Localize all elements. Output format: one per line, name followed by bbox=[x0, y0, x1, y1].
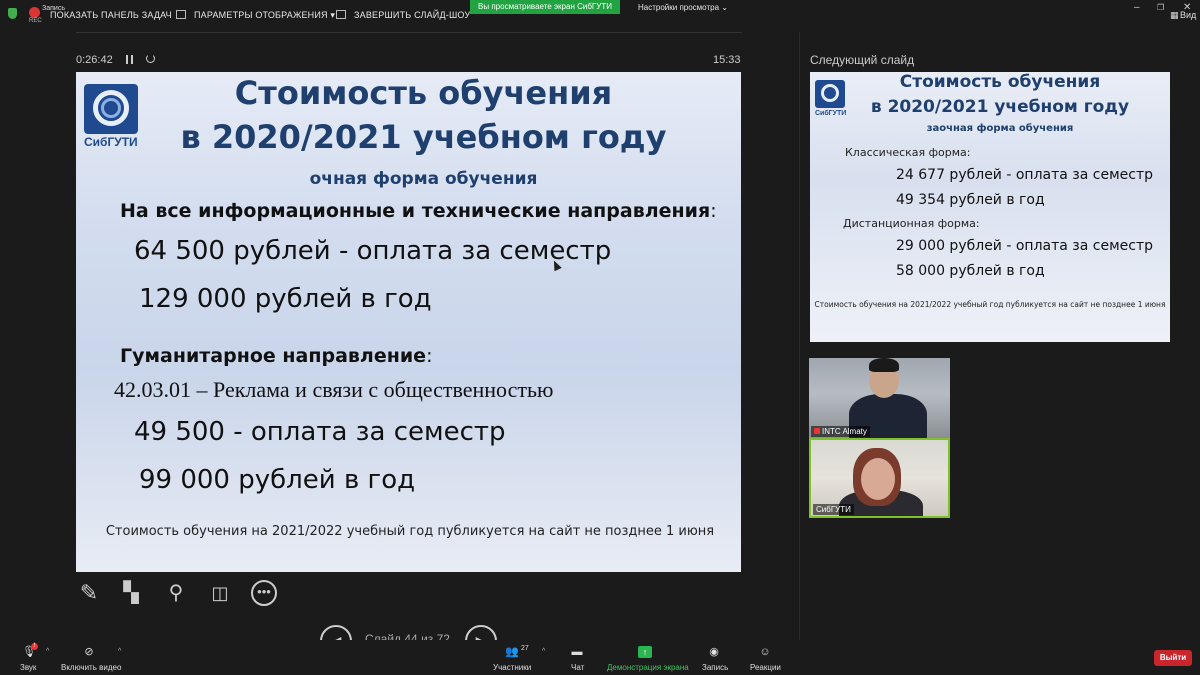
clock: 15:33 bbox=[713, 54, 741, 66]
next-slide-preview[interactable]: СибГУТИ Стоимость обучения в 2020/2021 у… bbox=[810, 72, 1170, 342]
price-year-hum: 99 000 рублей в год bbox=[139, 465, 416, 495]
elapsed-timer: 0:26:42 bbox=[76, 54, 113, 66]
view-label[interactable]: Вид bbox=[1180, 10, 1196, 20]
end-show-icon bbox=[336, 10, 346, 19]
restore-icon[interactable]: ❐ bbox=[1157, 3, 1164, 12]
next-subtitle: заочная форма обучения bbox=[926, 123, 1074, 134]
participant-name: INTC Almaty bbox=[822, 427, 867, 436]
heading-technical-text: На все информационные и технические напр… bbox=[120, 200, 711, 222]
divider bbox=[76, 32, 742, 33]
slide-title-line2: в 2020/2021 учебном году bbox=[180, 118, 667, 156]
next-distance-label: Дистанционная форма: bbox=[843, 217, 980, 230]
price-year-tech: 129 000 рублей в год bbox=[139, 284, 432, 314]
next-classic-price2: 49 354 рублей в год bbox=[896, 192, 1045, 208]
slide-title-line1: Стоимость обучения bbox=[234, 74, 613, 112]
participants-button-label[interactable]: Участники bbox=[493, 663, 531, 672]
zoom-icon[interactable]: ⚲ bbox=[163, 580, 189, 606]
grid-view-icon[interactable]: ▦ bbox=[1170, 10, 1179, 21]
top-toolbar: Запись REC ПОКАЗАТЬ ПАНЕЛЬ ЗАДАЧ ПАРАМЕТ… bbox=[0, 0, 1200, 32]
slide-note: Стоимость обучения на 2021/2022 учебный … bbox=[105, 524, 715, 539]
recording-icon bbox=[29, 7, 40, 18]
participant-hair bbox=[869, 358, 899, 372]
reactions-icon[interactable]: ☺ bbox=[758, 646, 772, 658]
leave-meeting-button[interactable]: Выйти bbox=[1154, 650, 1192, 666]
heading-technical: На все информационные и технические напр… bbox=[120, 200, 717, 222]
record-button-label[interactable]: Запись bbox=[702, 663, 728, 672]
reactions-button-label[interactable]: Реакции bbox=[750, 663, 781, 672]
speaker-head bbox=[861, 458, 895, 500]
current-slide: СибГУТИ Стоимость обучения в 2020/2021 у… bbox=[76, 72, 741, 572]
end-slideshow-label: ЗАВЕРШИТЬ СЛАЙД-ШОУ bbox=[354, 10, 471, 20]
heading-humanities-text: Гуманитарное направление bbox=[120, 345, 427, 367]
display-settings-button[interactable]: ПАРАМЕТРЫ ОТОБРАЖЕНИЯ ▾ bbox=[176, 10, 335, 21]
chat-button-label[interactable]: Чат bbox=[571, 663, 584, 672]
next-classic-label: Классическая форма: bbox=[845, 146, 971, 159]
minimize-icon[interactable]: – bbox=[1134, 2, 1140, 13]
pen-icon[interactable]: ✎ bbox=[76, 580, 102, 606]
record-icon[interactable]: ◉ bbox=[707, 646, 721, 658]
participants-options-caret[interactable]: ^ bbox=[542, 648, 545, 655]
next-title-line2: в 2020/2021 учебном году bbox=[870, 97, 1130, 117]
next-slide-label: Следующий слайд bbox=[810, 53, 915, 67]
speaker-name-tag: СибГУТИ bbox=[813, 504, 854, 515]
chat-icon[interactable]: ▬ bbox=[570, 646, 584, 658]
slide-sorter-icon[interactable]: ▚ bbox=[118, 580, 144, 606]
security-shield-icon[interactable] bbox=[8, 8, 17, 19]
panel-divider bbox=[799, 32, 800, 642]
audio-button-label[interactable]: Звук bbox=[20, 663, 36, 672]
show-taskbar-label: ПОКАЗАТЬ ПАНЕЛЬ ЗАДАЧ bbox=[50, 10, 172, 20]
muted-mic-icon bbox=[814, 428, 820, 434]
display-settings-label: ПАРАМЕТРЫ ОТОБРАЖЕНИЯ ▾ bbox=[194, 10, 336, 20]
next-note: Стоимость обучения на 2021/2022 учебный … bbox=[814, 300, 1166, 309]
share-screen-button-label[interactable]: Демонстрация экрана bbox=[607, 663, 689, 672]
zoom-window: Запись REC ПОКАЗАТЬ ПАНЕЛЬ ЗАДАЧ ПАРАМЕТ… bbox=[0, 0, 1200, 675]
bottom-toolbar bbox=[0, 640, 1200, 675]
video-off-icon[interactable]: ⊘ bbox=[82, 646, 96, 658]
end-slideshow-button[interactable]: ЗАВЕРШИТЬ СЛАЙД-ШОУ bbox=[336, 10, 470, 20]
viewing-screen-banner: Вы просматриваете экран СибГУТИ bbox=[470, 0, 620, 14]
view-settings-dropdown[interactable]: Настройки просмотра ⌄ bbox=[638, 3, 728, 12]
price-semester-tech: 64 500 рублей - оплата за семестр bbox=[134, 236, 612, 266]
slide-subtitle: очная форма обучения bbox=[309, 169, 538, 189]
heading-humanities-colon: : bbox=[426, 345, 433, 367]
heading-technical-colon: : bbox=[710, 200, 717, 222]
video-tile-speaker[interactable]: СибГУТИ bbox=[809, 438, 950, 518]
share-screen-icon[interactable]: ↑ bbox=[638, 646, 652, 658]
price-semester-hum: 49 500 - оплата за семестр bbox=[134, 417, 506, 447]
next-title-line1: Стоимость обучения bbox=[899, 72, 1101, 92]
speaker-name: СибГУТИ bbox=[816, 505, 851, 514]
mic-alert-badge: ! bbox=[31, 643, 38, 650]
reset-timer-icon[interactable] bbox=[146, 54, 155, 63]
next-distance-price1: 29 000 рублей - оплата за семестр bbox=[896, 238, 1153, 254]
participants-icon[interactable]: 👥 bbox=[505, 646, 519, 658]
video-button-label[interactable]: Включить видео bbox=[61, 663, 121, 672]
audio-options-caret[interactable]: ^ bbox=[46, 648, 49, 655]
more-options-icon[interactable]: ••• bbox=[251, 580, 277, 606]
pause-icon[interactable] bbox=[126, 55, 133, 64]
screen-icon[interactable]: ◫ bbox=[207, 580, 233, 606]
program-code: 42.03.01 – Реклама и связи с общественно… bbox=[114, 377, 554, 402]
participant-name-tag: INTC Almaty bbox=[811, 426, 870, 437]
next-classic-price1: 24 677 рублей - оплата за семестр bbox=[896, 167, 1153, 183]
monitor-icon bbox=[176, 10, 186, 19]
show-taskbar-button[interactable]: ПОКАЗАТЬ ПАНЕЛЬ ЗАДАЧ bbox=[50, 10, 172, 20]
video-tile-participant[interactable]: INTC Almaty bbox=[809, 358, 950, 438]
participants-count: 27 bbox=[521, 645, 529, 652]
recording-sub-label: REC bbox=[29, 18, 42, 24]
video-options-caret[interactable]: ^ bbox=[118, 648, 121, 655]
next-distance-price2: 58 000 рублей в год bbox=[896, 263, 1045, 279]
heading-humanities: Гуманитарное направление: bbox=[120, 345, 432, 367]
